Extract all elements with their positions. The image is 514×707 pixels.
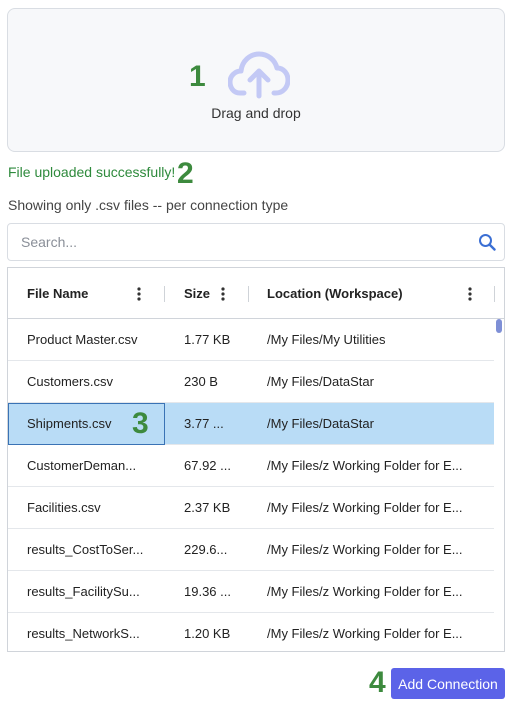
- search-box: [7, 223, 505, 261]
- step-marker-4: 4: [369, 666, 386, 699]
- upload-success-message: File uploaded successfully!: [8, 164, 176, 180]
- location-cell: /My Files/z Working Folder for E...: [267, 542, 463, 557]
- file-filter-hint: Showing only .csv files -- per connectio…: [8, 197, 289, 213]
- size-cell: 1.77 KB: [184, 332, 231, 347]
- file-name-cell: Product Master.csv: [27, 332, 138, 347]
- step-marker-1: 1: [189, 60, 206, 93]
- file-name-cell: results_FacilitySu...: [27, 584, 140, 599]
- size-cell: 2.37 KB: [184, 500, 231, 515]
- table-row[interactable]: Customers.csv 230 B /My Files/DataStar: [8, 361, 495, 403]
- location-cell: /My Files/My Utilities: [267, 332, 386, 347]
- file-dropzone[interactable]: Drag and drop: [7, 8, 505, 152]
- vertical-scrollbar[interactable]: [494, 319, 504, 651]
- size-cell: 67.92 ...: [184, 458, 231, 473]
- location-cell: /My Files/DataStar: [267, 416, 374, 431]
- location-cell: /My Files/DataStar: [267, 374, 374, 389]
- column-menu-icon[interactable]: [218, 287, 228, 301]
- size-cell: 1.20 KB: [184, 626, 231, 641]
- cloud-upload-icon: [228, 51, 290, 99]
- column-header-location[interactable]: Location (Workspace): [267, 268, 403, 319]
- column-header-size[interactable]: Size: [184, 268, 210, 319]
- file-name-cell: Facilities.csv: [27, 500, 101, 515]
- column-divider[interactable]: [494, 286, 495, 302]
- file-name-cell: CustomerDeman...: [27, 458, 137, 473]
- search-icon[interactable]: [478, 233, 496, 251]
- column-header-file-name[interactable]: File Name: [27, 268, 88, 319]
- column-menu-icon[interactable]: [465, 287, 475, 301]
- table-row[interactable]: results_NetworkS... 1.20 KB /My Files/z …: [8, 613, 495, 651]
- dropzone-label: Drag and drop: [211, 105, 301, 121]
- table-header: File Name Size Location (Workspace): [8, 268, 504, 319]
- step-marker-3: 3: [132, 407, 149, 440]
- location-cell: /My Files/z Working Folder for E...: [267, 626, 463, 641]
- size-cell: 230 B: [184, 374, 218, 389]
- table-row[interactable]: results_FacilitySu... 19.36 ... /My File…: [8, 571, 495, 613]
- location-cell: /My Files/z Working Folder for E...: [267, 500, 463, 515]
- location-cell: /My Files/z Working Folder for E...: [267, 584, 463, 599]
- table-row[interactable]: CustomerDeman... 67.92 ... /My Files/z W…: [8, 445, 495, 487]
- table-body: Product Master.csv 1.77 KB /My Files/My …: [8, 319, 495, 651]
- table-row[interactable]: Product Master.csv 1.77 KB /My Files/My …: [8, 319, 495, 361]
- file-name-cell: results_CostToSer...: [27, 542, 144, 557]
- file-name-cell: results_NetworkS...: [27, 626, 140, 641]
- size-cell: 3.77 ...: [184, 416, 224, 431]
- add-connection-button[interactable]: Add Connection: [391, 668, 505, 699]
- search-input[interactable]: [9, 225, 469, 259]
- location-cell: /My Files/z Working Folder for E...: [267, 458, 463, 473]
- table-row[interactable]: Facilities.csv 2.37 KB /My Files/z Worki…: [8, 487, 495, 529]
- column-divider[interactable]: [248, 286, 249, 302]
- file-name-cell: Customers.csv: [27, 374, 113, 389]
- table-row-selected[interactable]: Shipments.csv 3 3.77 ... /My Files/DataS…: [8, 403, 495, 445]
- column-menu-icon[interactable]: [134, 287, 144, 301]
- size-cell: 19.36 ...: [184, 584, 231, 599]
- step-marker-2: 2: [177, 157, 194, 190]
- size-cell: 229.6...: [184, 542, 228, 557]
- table-row[interactable]: results_CostToSer... 229.6... /My Files/…: [8, 529, 495, 571]
- files-table: File Name Size Location (Workspace) Prod…: [7, 267, 505, 652]
- scrollbar-thumb[interactable]: [496, 319, 502, 333]
- column-divider[interactable]: [164, 286, 165, 302]
